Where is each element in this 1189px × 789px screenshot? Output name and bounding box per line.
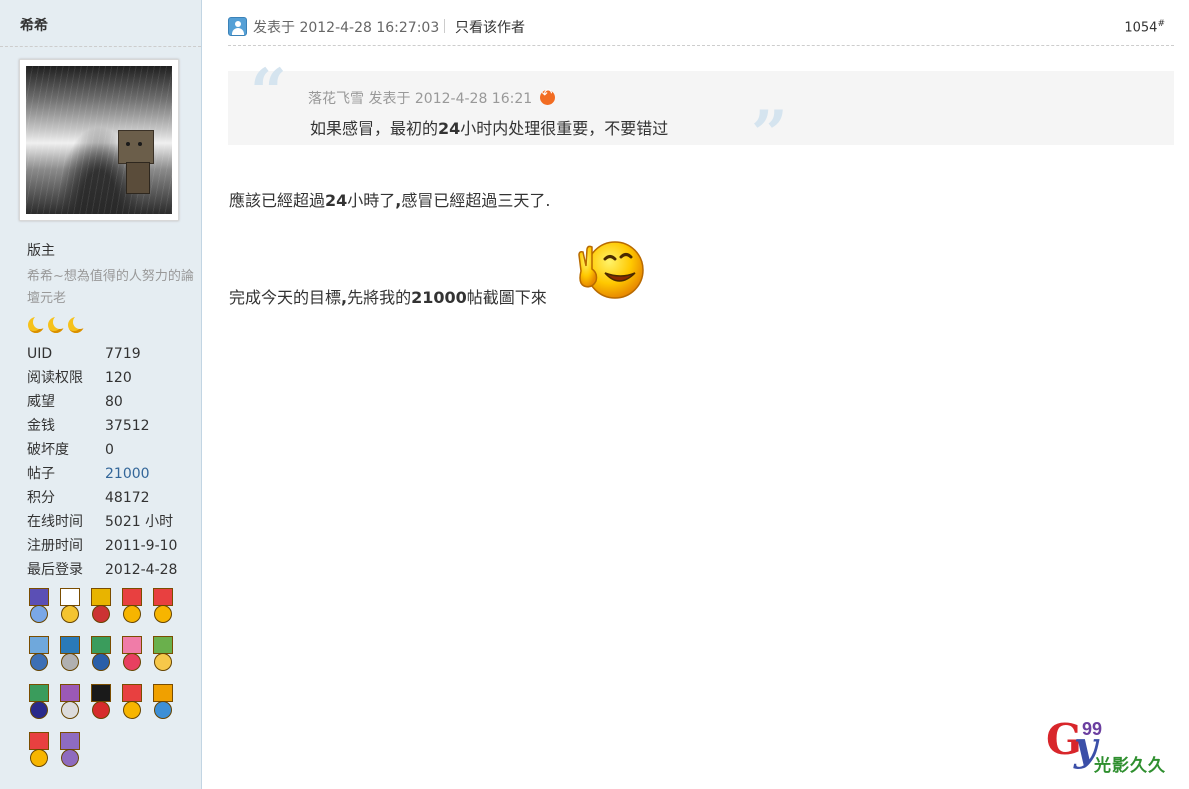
post-text: 先將我的: [347, 288, 412, 307]
sun-medal-icon[interactable]: [150, 588, 176, 632]
stat-value: 5021 小时: [105, 514, 174, 530]
post-text: 感冒已經超過三天了.: [401, 191, 551, 210]
flower-medal-icon[interactable]: [150, 636, 176, 680]
stat-label: 阅读权限: [27, 370, 83, 386]
moon-icon: [67, 315, 87, 334]
post-text: 應該已經超過: [229, 191, 326, 210]
author-title: 希希~想為值得的人努力的論壇元老: [27, 269, 194, 306]
posts-count-link[interactable]: 21000: [105, 466, 150, 482]
stat-row-prestige: 威望 80: [27, 390, 177, 414]
medal-row: [26, 636, 196, 684]
medal-3-icon[interactable]: [26, 588, 52, 632]
medal-icon[interactable]: [88, 588, 114, 632]
avatar[interactable]: [19, 59, 179, 221]
stat-label: 金钱: [27, 418, 55, 434]
blue-disc-medal-icon[interactable]: [150, 684, 176, 728]
floor-number[interactable]: 1054#: [1124, 19, 1165, 35]
stat-label: UID: [27, 346, 53, 362]
quote-text: 如果感冒，最初的24小时内处理很重要，不要错过: [310, 115, 668, 139]
stat-row-money: 金钱 37512: [27, 414, 177, 438]
stat-value: 0: [105, 442, 114, 458]
author-stats: UID 7719 阅读权限 120 威望 80 金钱 37512 破坏度 0 帖子 2100…: [27, 342, 177, 582]
medal-row: [26, 732, 196, 780]
stat-label: 注册时间: [27, 538, 83, 554]
eye-medal-icon[interactable]: [57, 636, 83, 680]
jump-to-post-icon[interactable]: [539, 87, 555, 105]
site-watermark: G y 99 光影久久: [1046, 719, 1182, 777]
star-medal-icon[interactable]: [26, 684, 52, 728]
pink-medal-icon[interactable]: [119, 636, 145, 680]
quote-block: “ 落花飞雪 发表于 2012-4-28 16:21 如果感冒，最初的24小时内…: [228, 61, 1174, 167]
sun-medal-icon[interactable]: [26, 732, 52, 776]
ball-medal-icon[interactable]: [88, 684, 114, 728]
stat-label: 在线时间: [27, 514, 83, 530]
post-header: 发表于 2012-4-28 16:27:03 只看该作者 1054#: [228, 15, 1174, 46]
quote-meta: 落花飞雪 发表于 2012-4-28 16:21: [308, 87, 555, 108]
divider: [444, 19, 445, 33]
stat-value: 7719: [105, 346, 141, 362]
quote-time: 发表于 2012-4-28 16:21: [368, 91, 533, 107]
moon-icon: [27, 315, 47, 334]
stat-value: 120: [105, 370, 132, 386]
stat-value: 37512: [105, 418, 150, 434]
stat-row-points: 积分 48172: [27, 486, 177, 510]
post-text: 小時了: [347, 191, 396, 210]
medal-list: [26, 588, 196, 780]
stat-row-last-login: 最后登录 2012-4-28: [27, 558, 177, 582]
only-author-link[interactable]: 只看该作者: [455, 17, 525, 37]
author-stars: [27, 315, 87, 334]
victory-smiley-icon: [578, 241, 644, 299]
medal-row: [26, 588, 196, 636]
stat-row-register-time: 注册时间 2011-9-10: [27, 534, 177, 558]
post-line-1: 應該已經超過24小時了,感冒已經超過三天了.: [229, 187, 550, 211]
stat-label: 破坏度: [27, 442, 69, 458]
quote-text-part: 小时内处理很重要，不要错过: [460, 119, 669, 138]
quote-author: 落花飞雪: [308, 91, 364, 107]
purple-medal-icon[interactable]: [57, 684, 83, 728]
stat-label: 最后登录: [27, 562, 83, 578]
god-medal-icon[interactable]: [88, 636, 114, 680]
post-text-bold: 24: [325, 191, 348, 210]
moon-icon: [47, 315, 67, 334]
gear-medal-icon[interactable]: [57, 732, 83, 776]
user-online-icon: [228, 17, 247, 36]
author-name[interactable]: 希希: [0, 0, 201, 47]
stat-label: 帖子: [27, 466, 55, 482]
post-text-bold: 21000: [411, 288, 467, 307]
post-text: 帖截圖下來: [466, 288, 547, 307]
stat-label: 威望: [27, 394, 55, 410]
diligence-medal-icon[interactable]: [119, 588, 145, 632]
post-text: 完成今天的目標: [229, 288, 342, 307]
medal-row: [26, 684, 196, 732]
post-time: 发表于 2012-4-28 16:27:03: [253, 20, 440, 36]
stat-value: 48172: [105, 490, 150, 506]
stat-row-destruction: 破坏度 0: [27, 438, 177, 462]
stat-value: 2011-9-10: [105, 538, 178, 554]
gold-medal-icon[interactable]: [119, 684, 145, 728]
watermark-text: 光影久久: [1094, 756, 1166, 776]
floor-number-value: 1054: [1124, 20, 1158, 36]
stat-value: 80: [105, 394, 123, 410]
avatar-image: [26, 66, 172, 214]
author-sidebar: 希希 版主 希希~想為值得的人努力的論壇元老 UID 7719 阅读权限 120 威…: [0, 0, 202, 789]
author-rank[interactable]: 版主: [27, 240, 55, 260]
magic-wand-medal-icon[interactable]: [57, 588, 83, 632]
stat-label: 积分: [27, 490, 55, 506]
stat-row-posts: 帖子 21000: [27, 462, 177, 486]
floor-mark: #: [1157, 19, 1165, 29]
open-quote-icon: “: [250, 55, 287, 130]
blue-medal-icon[interactable]: [26, 636, 52, 680]
post-line-2: 完成今天的目標,先將我的21000帖截圖下來: [229, 284, 547, 308]
stat-value: 2012-4-28: [105, 562, 178, 578]
stat-row-online-time: 在线时间 5021 小时: [27, 510, 177, 534]
quote-text-part: 如果感冒，最初的: [310, 119, 439, 138]
stat-row-uid: UID 7719: [27, 342, 177, 366]
stat-row-read-permission: 阅读权限 120: [27, 366, 177, 390]
quote-text-bold: 24: [438, 119, 461, 138]
close-quote-icon: ”: [751, 97, 788, 172]
watermark-number: 99: [1082, 719, 1103, 739]
